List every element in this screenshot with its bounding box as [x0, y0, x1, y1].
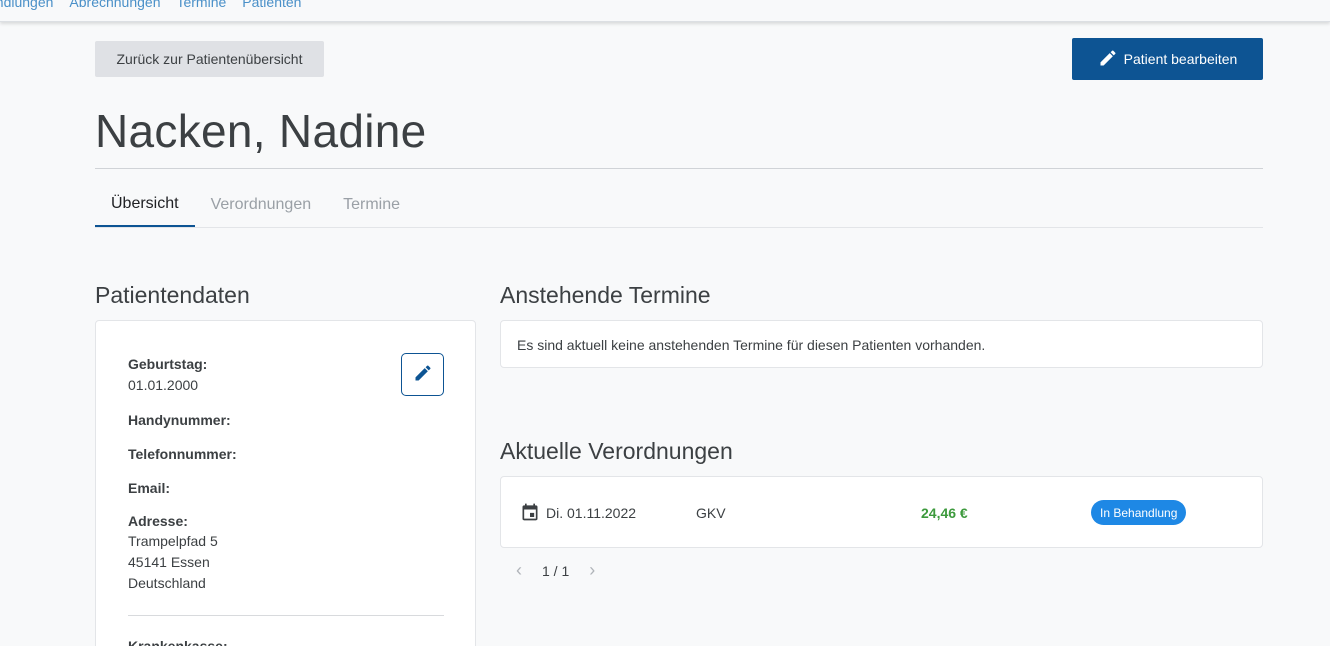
pagination: ‹ 1 / 1 ›	[510, 560, 601, 581]
patient-data-divider	[128, 615, 444, 616]
edit-patient-button[interactable]: Patient bearbeiten	[1072, 38, 1263, 80]
top-nav-links: andlungen Abrechnungen Termine Patienten	[0, 0, 301, 10]
chevron-right-icon[interactable]: ›	[583, 560, 601, 581]
title-divider	[95, 168, 1263, 169]
back-to-patient-overview-button[interactable]: Zurück zur Patientenübersicht	[95, 41, 324, 77]
page-title: Nacken, Nadine	[95, 105, 427, 157]
no-appointments-message: Es sind aktuell keine anstehenden Termin…	[517, 337, 986, 353]
tab-bar: Übersicht Verordnungen Termine	[95, 182, 416, 228]
address-street: Trampelpfad 5	[128, 533, 218, 549]
address-country: Deutschland	[128, 575, 206, 591]
email-label: Email:	[128, 480, 171, 496]
tab-overview[interactable]: Übersicht	[95, 182, 195, 227]
tabs-divider	[95, 227, 1263, 228]
tab-prescriptions[interactable]: Verordnungen	[195, 182, 328, 227]
mobile-label: Handynummer:	[128, 412, 231, 428]
pencil-icon	[413, 363, 433, 386]
edit-patient-label: Patient bearbeiten	[1123, 51, 1238, 67]
address-city: 45141 Essen	[128, 554, 210, 570]
pagination-label: 1 / 1	[542, 562, 570, 579]
upcoming-appointments-heading: Anstehende Termine	[500, 282, 711, 308]
prescription-date: Di. 01.11.2022	[546, 505, 637, 521]
insurance-label: Krankenkasse:	[128, 638, 228, 646]
address-label: Adresse:	[128, 513, 188, 529]
prescription-row[interactable]: Di. 01.11.2022 GKV 24,46 € In Behandlung	[500, 476, 1263, 548]
prescription-amount: 24,46 €	[921, 505, 968, 521]
phone-label: Telefonnummer:	[128, 446, 237, 462]
current-prescriptions-heading: Aktuelle Verordnungen	[500, 438, 733, 464]
top-navigation: andlungen Abrechnungen Termine Patienten	[0, 0, 1330, 22]
pencil-icon	[1098, 48, 1118, 71]
status-badge: In Behandlung	[1091, 500, 1187, 525]
edit-patient-data-button[interactable]	[401, 353, 444, 396]
nav-link-patienten[interactable]: Patienten	[242, 0, 301, 10]
patient-data-heading: Patientendaten	[95, 282, 250, 308]
upcoming-appointments-card: Es sind aktuell keine anstehenden Termin…	[500, 320, 1263, 368]
prescription-insurance-type: GKV	[696, 505, 726, 521]
birthday-label: Geburtstag:	[128, 356, 208, 372]
patient-data-card: Geburtstag: 01.01.2000 Handynummer: Tele…	[95, 320, 476, 646]
birthday-value: 01.01.2000	[128, 377, 199, 393]
nav-link-behandlungen[interactable]: andlungen	[0, 0, 53, 10]
tab-appointments[interactable]: Termine	[327, 182, 416, 227]
nav-link-termine[interactable]: Termine	[176, 0, 226, 10]
nav-link-abrechnungen[interactable]: Abrechnungen	[69, 0, 160, 10]
chevron-left-icon[interactable]: ‹	[510, 560, 528, 581]
calendar-icon	[520, 501, 540, 523]
